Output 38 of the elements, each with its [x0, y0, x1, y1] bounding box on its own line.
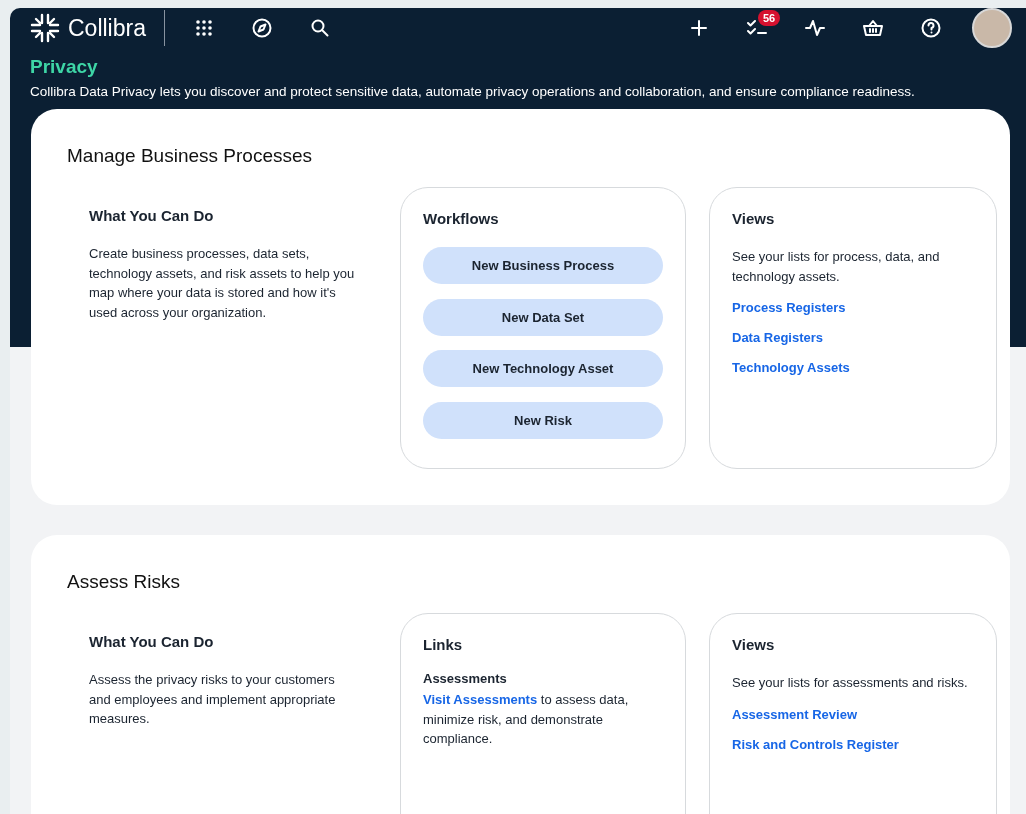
- column-heading: What You Can Do: [89, 207, 215, 224]
- apps-grid-icon: [196, 20, 212, 36]
- help-icon: [921, 18, 941, 38]
- workflow-button[interactable]: New Risk: [423, 401, 663, 439]
- page-title: Privacy: [30, 56, 99, 78]
- workflow-button[interactable]: New Data Set: [423, 298, 663, 336]
- plus-icon: [691, 20, 707, 36]
- logo-icon: [30, 13, 60, 43]
- basket-icon: [863, 19, 883, 37]
- panel-text: See your lists for assessments and risks.: [732, 674, 969, 692]
- view-link[interactable]: Technology Assets: [732, 360, 850, 375]
- avatar[interactable]: [972, 8, 1012, 48]
- panel-heading: Workflows: [423, 210, 500, 227]
- workflow-button[interactable]: New Technology Asset: [423, 350, 663, 387]
- panel-heading: Views: [732, 210, 776, 227]
- section-title: Assess Risks: [67, 571, 181, 593]
- activity-icon: [805, 19, 825, 37]
- panel-text: See your lists for process, data, and technology assets.: [732, 248, 941, 286]
- tasks-button[interactable]: 56: [728, 8, 786, 48]
- panel-heading: Views: [732, 636, 776, 653]
- view-link[interactable]: Process Registers: [732, 300, 846, 315]
- count-badge: 56: [758, 10, 781, 26]
- panel-heading: Links: [423, 636, 464, 653]
- column-heading: What You Can Do: [89, 633, 215, 650]
- compass-icon: [252, 18, 272, 38]
- description-text: Assess the privacy risks to your customers and employees and implement appropriate measures.: [89, 671, 337, 728]
- inline-link[interactable]: Visit Assessments: [423, 692, 538, 707]
- workflow-button[interactable]: New Business Process: [423, 247, 663, 284]
- logo-text: Collibra: [68, 14, 146, 42]
- view-link[interactable]: Assessment Review: [732, 706, 857, 722]
- section-title: Manage Business Processes: [67, 145, 313, 167]
- page-description: Collibra Data Privacy lets you discover and protect sensitive data, automate privacy operations and collaboration, and ensure compliance readiness.: [30, 84, 916, 99]
- group-title: Assessments: [423, 671, 508, 686]
- description-text: Create business processes, data sets, technology assets, and risk assets to help you map where your data is stored and how it's used across your organization.: [89, 245, 355, 322]
- link-description: Visit Assessments to assess data, minimize risk, and demonstrate compliance.: [423, 691, 630, 748]
- view-link[interactable]: Data Registers: [732, 330, 824, 345]
- view-link[interactable]: Risk and Controls Register: [732, 736, 899, 752]
- search-icon: [311, 19, 329, 37]
